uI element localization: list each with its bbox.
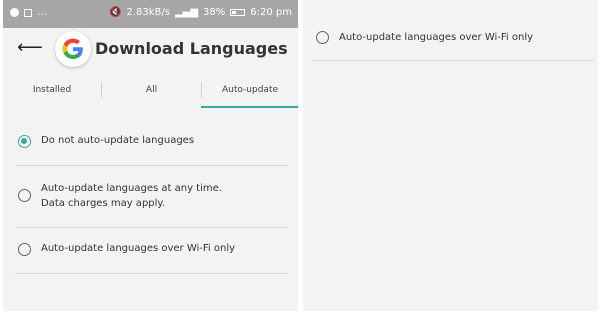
divider bbox=[15, 227, 288, 228]
option-label: Auto-update languages over Wi-Fi only bbox=[41, 243, 236, 254]
tab-bar: Installed All Auto-update bbox=[3, 78, 298, 110]
divider bbox=[15, 273, 288, 274]
tab-installed[interactable]: Installed bbox=[3, 78, 101, 110]
divider bbox=[311, 60, 594, 61]
status-right-info: 🔇 2.83kB/s ▂▄▆ 38% 6:20 pm bbox=[109, 7, 292, 18]
battery-percent: 38% bbox=[203, 7, 226, 18]
app-bar: ⟵ Download Languages bbox=[3, 28, 298, 72]
facebook-icon bbox=[24, 8, 32, 17]
tab-selected-indicator bbox=[201, 106, 298, 108]
option-label-line2: Data charges may apply. bbox=[41, 198, 166, 209]
right-screenshot-panel: Auto-update languages over Wi-Fi only bbox=[303, 0, 598, 311]
radio-button-icon[interactable] bbox=[18, 135, 31, 148]
option-label: Do not auto-update languages bbox=[41, 135, 195, 146]
radio-button-icon[interactable] bbox=[316, 31, 329, 44]
radio-button-icon[interactable] bbox=[18, 189, 31, 202]
status-bar: … 🔇 2.83kB/s ▂▄▆ 38% 6:20 pm bbox=[3, 0, 298, 28]
radio-button-icon[interactable] bbox=[18, 243, 31, 256]
mute-icon: 🔇 bbox=[109, 7, 122, 18]
clock: 6:20 pm bbox=[250, 7, 292, 18]
status-left-icons: … bbox=[10, 7, 47, 18]
option-auto-update-any-time[interactable]: Auto-update languages at any time. Data … bbox=[15, 176, 298, 220]
option-label: Auto-update languages over Wi-Fi only bbox=[339, 32, 534, 43]
option-label-line1: Auto-update languages at any time. bbox=[41, 183, 222, 194]
option-auto-update-wifi-only[interactable]: Auto-update languages over Wi-Fi only bbox=[313, 26, 598, 52]
notification-icon bbox=[10, 8, 19, 17]
back-arrow-icon[interactable]: ⟵ bbox=[17, 37, 43, 58]
tab-all[interactable]: All bbox=[102, 78, 201, 110]
google-g-logo-icon bbox=[55, 31, 91, 67]
option-auto-update-wifi-only[interactable]: Auto-update languages over Wi-Fi only bbox=[15, 235, 298, 265]
signal-icon: ▂▄▆ bbox=[174, 7, 199, 18]
left-screenshot-panel: … 🔇 2.83kB/s ▂▄▆ 38% 6:20 pm ⟵ Download … bbox=[3, 0, 298, 311]
option-do-not-auto-update[interactable]: Do not auto-update languages bbox=[15, 124, 298, 160]
page-title: Download Languages bbox=[95, 39, 288, 58]
divider bbox=[15, 165, 288, 166]
battery-icon bbox=[230, 9, 246, 16]
more-icon: … bbox=[37, 7, 47, 18]
network-speed: 2.83kB/s bbox=[126, 7, 170, 18]
